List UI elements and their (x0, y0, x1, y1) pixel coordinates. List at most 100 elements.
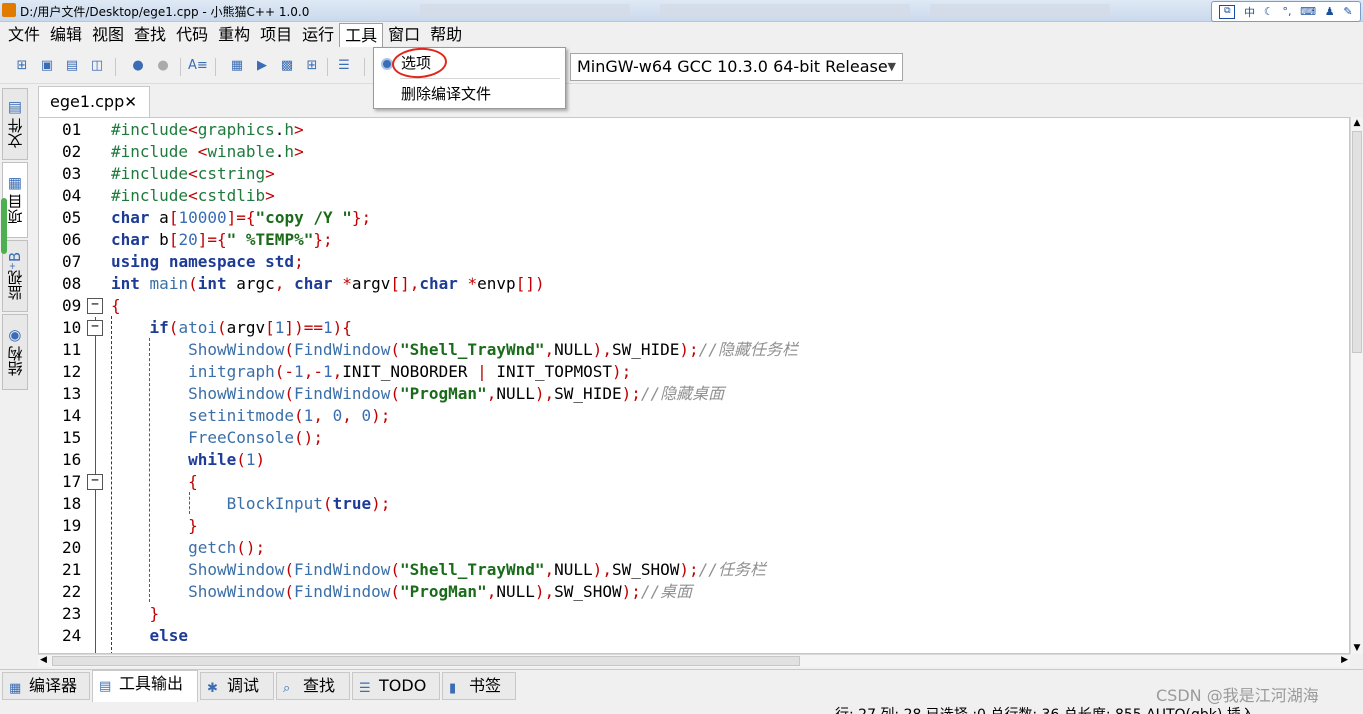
open-file-icon[interactable]: ▤ (64, 58, 80, 74)
menu-tools[interactable]: 工具 (339, 23, 384, 47)
format-icon[interactable]: A≡ (188, 58, 208, 74)
code-text: else (149, 626, 189, 645)
compile-run-icon[interactable]: ▩ (279, 58, 295, 74)
debug-icon: ✱ (207, 681, 218, 696)
line-number: 24 (62, 626, 82, 645)
editor-tab[interactable]: ege1.cpp ✕ (38, 86, 150, 118)
compiler-select[interactable]: MinGW-w64 GCC 10.3.0 64-bit Release ▼ (570, 53, 903, 81)
menu-file[interactable]: 文件 (3, 23, 45, 47)
menu-code[interactable]: 代码 (171, 23, 213, 47)
menu-view[interactable]: 视图 (87, 23, 129, 47)
ime-toolbar[interactable]: ⧉ 中 ☾ °, ⌨ ♟ ✎ (1211, 1, 1361, 22)
compiler-icon: ▦ (9, 681, 22, 696)
code-text: if(atoi(argv[1])==1){ (149, 318, 352, 337)
chevron-down-icon[interactable]: ▼ (888, 58, 896, 76)
line-number: 15 (62, 428, 82, 447)
person-icon[interactable]: ♟ (1325, 5, 1335, 18)
tab-compiler-label: 编译器 (29, 676, 78, 695)
code-line: 21 ShowWindow(FindWindow("Shell_TrayWnd"… (39, 559, 1349, 581)
menu-item-delete-build-files[interactable]: 删除编译文件 (374, 82, 565, 106)
menu-window[interactable]: 窗口 (383, 23, 425, 47)
wrench-icon[interactable]: ✎ (1343, 5, 1352, 18)
scroll-left-icon[interactable]: ◀ (40, 655, 47, 665)
code-text: setinitmode(1, 0, 0); (188, 406, 391, 425)
moon-icon[interactable]: ☾ (1264, 5, 1274, 18)
line-number: 23 (62, 604, 82, 623)
toolbar-separator (327, 58, 328, 76)
ime-mode-label[interactable]: 中 (1244, 4, 1255, 20)
compile-icon[interactable]: ▦ (229, 58, 245, 74)
code-text: FreeConsole(); (188, 428, 323, 447)
line-number: 20 (62, 538, 82, 557)
scroll-up-icon[interactable]: ▲ (1351, 117, 1363, 129)
record-icon[interactable]: ● (130, 58, 146, 74)
tab-search-label: 查找 (303, 676, 336, 695)
side-tab-file[interactable]: 文件 ▤ (2, 88, 28, 160)
menu-item-delete-label: 删除编译文件 (401, 85, 492, 103)
fold-minus-icon[interactable]: − (87, 474, 103, 490)
tab-bookmarks[interactable]: ▮ 书签 (442, 672, 516, 700)
menu-help[interactable]: 帮助 (425, 23, 467, 47)
close-icon[interactable]: ✕ (124, 87, 137, 117)
keyboard-icon[interactable]: ⌨ (1300, 5, 1316, 18)
tab-search[interactable]: ⌕ 查找 (276, 672, 350, 700)
menu-refactor[interactable]: 重构 (213, 23, 255, 47)
menu-project[interactable]: 项目 (255, 23, 297, 47)
tab-compiler[interactable]: ▦ 编译器 (2, 672, 90, 700)
fold-minus-icon[interactable]: − (87, 298, 103, 314)
ime-logo-icon[interactable]: ⧉ (1219, 4, 1236, 19)
run-icon[interactable]: ▶ (254, 58, 270, 74)
blurred-region (420, 4, 630, 17)
code-line: 23 } (39, 603, 1349, 625)
scroll-thumb[interactable] (52, 656, 800, 666)
line-number: 06 (62, 230, 82, 249)
side-tab-structure[interactable]: 结构 ◉ (2, 314, 28, 390)
rebuild-icon[interactable]: ⊞ (304, 58, 320, 74)
code-line: 02 #include <winable.h> (39, 141, 1349, 163)
line-number: 16 (62, 450, 82, 469)
new-template-icon[interactable]: ▣ (39, 58, 55, 74)
side-tab-project-label: 项目 (6, 194, 25, 224)
code-line: 19 } (39, 515, 1349, 537)
scroll-down-icon[interactable]: ▼ (1351, 642, 1363, 654)
menu-run[interactable]: 运行 (297, 23, 339, 47)
compiler-select-value: MinGW-w64 GCC 10.3.0 64-bit Release (577, 57, 888, 76)
fold-minus-icon[interactable]: − (87, 320, 103, 336)
code-line: 09−{ (39, 295, 1349, 317)
options-icon[interactable]: ☰ (336, 58, 352, 74)
code-text: ShowWindow(FindWindow("Shell_TrayWnd",NU… (188, 560, 766, 579)
search-icon: ⌕ (283, 681, 291, 696)
tab-debug[interactable]: ✱ 调试 (200, 672, 274, 700)
save-icon[interactable]: ◫ (89, 58, 105, 74)
code-text: } (188, 516, 198, 535)
new-file-icon[interactable]: ⊞ (14, 58, 30, 74)
menu-edit[interactable]: 编辑 (45, 23, 87, 47)
tab-todo[interactable]: ☰ TODO (352, 672, 440, 700)
code-editor[interactable]: 01 #include<graphics.h> 02 #include <winab… (38, 117, 1350, 654)
scroll-thumb[interactable] (1352, 131, 1362, 353)
side-tab-structure-label: 结构 (6, 346, 25, 376)
line-number: 11 (62, 340, 82, 359)
code-text: { (111, 296, 121, 315)
scroll-right-icon[interactable]: ▶ (1341, 655, 1348, 665)
code-text: #include<cstdlib> (111, 186, 275, 205)
menu-search[interactable]: 查找 (129, 23, 171, 47)
vertical-scrollbar[interactable]: ▲ ▼ (1350, 117, 1363, 654)
code-line: 08 int main(int argc, char *argv[],char *… (39, 273, 1349, 295)
output-icon: ▤ (99, 679, 112, 694)
menu-bar: 文件 编辑 视图 查找 代码 重构 项目 运行 工具 窗口 帮助 (0, 22, 1363, 48)
code-line: 13 ShowWindow(FindWindow("ProgMan",NULL)… (39, 383, 1349, 405)
code-line: 16 while(1) (39, 449, 1349, 471)
tab-tool-output[interactable]: ▤ 工具输出 (92, 670, 198, 702)
toolbar-separator (364, 58, 365, 76)
code-line: 06 char b[20]={" %TEMP%"}; (39, 229, 1349, 251)
watch-icon: ⁺B (6, 251, 24, 271)
code-text: using namespace std; (111, 252, 304, 271)
code-text: initgraph(-1,-1,INIT_NOBORDER | INIT_TOP… (188, 362, 632, 381)
stop-record-icon[interactable]: ● (155, 58, 171, 74)
side-tab-file-label: 文件 (6, 118, 25, 148)
toolbar-separator (115, 58, 116, 76)
dots-icon[interactable]: °, (1282, 5, 1291, 18)
code-line: 15 FreeConsole(); (39, 427, 1349, 449)
horizontal-scrollbar[interactable]: ◀ ▶ (38, 654, 1350, 667)
